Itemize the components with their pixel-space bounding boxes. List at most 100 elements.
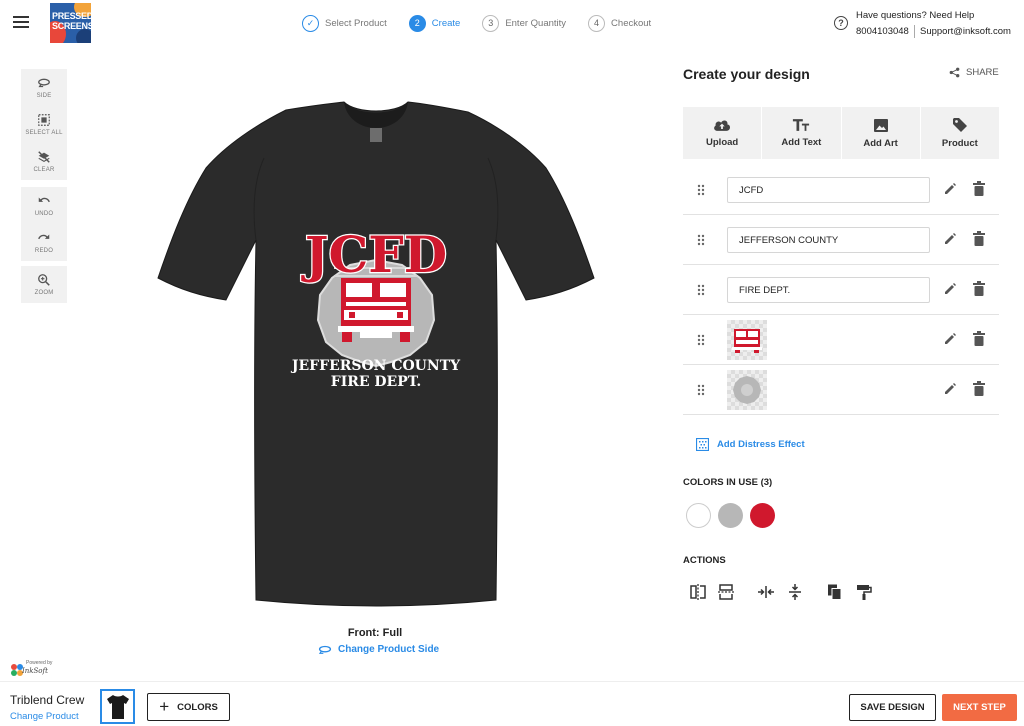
undo-icon <box>38 197 50 203</box>
pencil-edit-icon[interactable] <box>943 232 957 246</box>
step-select-product[interactable]: ✓ Select Product <box>302 14 387 32</box>
check-icon: ✓ <box>302 14 319 32</box>
step-enter-quantity[interactable]: 3 Enter Quantity <box>482 14 567 32</box>
select-all-icon <box>38 114 50 126</box>
colors-button[interactable]: + COLORS <box>147 693 230 721</box>
layer-row[interactable]: JEFFERSON COUNTY <box>683 215 999 265</box>
color-swatch-white[interactable] <box>686 503 711 528</box>
logo-text: PRESSED SCREENS <box>52 11 91 31</box>
add-text-button[interactable]: Add Text <box>762 107 842 159</box>
product-color-thumbnail[interactable] <box>100 689 135 724</box>
side-tool-button[interactable]: SIDE <box>21 69 67 106</box>
add-distress-effect-button[interactable]: Add Distress Effect <box>696 438 805 451</box>
side-label: Front: Full <box>347 627 403 639</box>
clear-tool-button[interactable]: CLEAR <box>21 143 67 180</box>
powered-brand-text: InkSoft <box>22 667 48 675</box>
duplicate-icon[interactable] <box>826 583 844 601</box>
store-logo[interactable]: PRESSED SCREENS <box>50 3 91 43</box>
tshirt-mockup: JCFD JEFFERSON COUNTY FIRE DEPT. <box>157 101 595 607</box>
hamburger-menu-icon[interactable] <box>13 16 29 28</box>
step-create[interactable]: 2 Create <box>408 14 461 32</box>
step-label: Enter Quantity <box>505 17 567 29</box>
flip-horizontal-icon[interactable] <box>689 583 707 601</box>
change-product-link[interactable]: Change Product <box>10 711 79 722</box>
powered-by-logo[interactable]: Powered by InkSoft <box>8 660 56 680</box>
actions-title: ACTIONS <box>683 555 726 566</box>
pencil-edit-icon[interactable] <box>943 182 957 196</box>
plus-icon: + <box>159 697 170 716</box>
color-swatch-gray[interactable] <box>718 503 743 528</box>
step-label: Create <box>431 17 461 29</box>
step-number: 2 <box>408 14 426 32</box>
help-question-text: Have questions? Need Help <box>856 10 975 21</box>
pencil-edit-icon[interactable] <box>943 382 957 396</box>
drag-handle-icon[interactable] <box>697 184 705 196</box>
drag-handle-icon[interactable] <box>697 334 705 346</box>
tool-label: SELECT ALL <box>25 130 63 136</box>
colors-in-use-title: COLORS IN USE (3) <box>683 477 773 488</box>
design-jcfd-text: JCFD <box>301 225 447 284</box>
product-label: Product <box>941 138 978 149</box>
layer-row[interactable] <box>683 365 999 415</box>
tag-icon <box>952 118 967 132</box>
fire-truck-art <box>338 278 414 342</box>
layer-thumbnail[interactable] <box>727 320 767 360</box>
add-art-button[interactable]: Add Art <box>842 107 921 159</box>
layer-row[interactable] <box>683 315 999 365</box>
color-swatch-red[interactable] <box>750 503 775 528</box>
save-design-button[interactable]: SAVE DESIGN <box>849 694 936 721</box>
panel-title: Create your design <box>683 66 810 82</box>
layer-row[interactable]: JCFD <box>683 165 999 215</box>
zoom-button[interactable]: ZOOM <box>21 266 67 303</box>
step-checkout[interactable]: 4 Checkout <box>588 14 652 32</box>
drag-handle-icon[interactable] <box>697 234 705 246</box>
trash-delete-icon[interactable] <box>973 231 985 246</box>
redo-button[interactable]: REDO <box>21 224 67 261</box>
layer-text-field[interactable]: FIRE DEPT. <box>727 277 930 303</box>
upload-button[interactable]: Upload <box>683 107 763 159</box>
distress-label: Add Distress Effect <box>717 439 805 450</box>
share-label: SHARE <box>966 67 999 78</box>
color-swatches <box>686 503 782 528</box>
history-tools: UNDO REDO <box>21 187 67 261</box>
layer-text-field[interactable]: JEFFERSON COUNTY <box>727 227 930 253</box>
powered-by-text: Powered by <box>26 660 53 666</box>
step-label: Checkout <box>611 17 652 29</box>
share-icon <box>949 67 960 78</box>
flip-vertical-icon[interactable] <box>717 583 735 601</box>
layer-row[interactable]: FIRE DEPT. <box>683 265 999 315</box>
clear-layers-icon <box>38 151 50 163</box>
drag-handle-icon[interactable] <box>697 284 705 296</box>
trash-delete-icon[interactable] <box>973 381 985 396</box>
trash-delete-icon[interactable] <box>973 331 985 346</box>
share-button[interactable]: SHARE <box>949 67 999 78</box>
pencil-edit-icon[interactable] <box>943 332 957 346</box>
redo-icon <box>38 234 50 240</box>
next-step-button[interactable]: NEXT STEP <box>942 694 1017 721</box>
zoom-in-icon <box>38 274 50 286</box>
add-text-label: Add Text <box>781 137 822 148</box>
top-bar: PRESSED SCREENS ✓ Select Product 2 Creat… <box>0 0 1024 46</box>
step-number: 3 <box>482 14 500 32</box>
paint-roller-icon[interactable] <box>855 583 873 601</box>
change-product-side-link[interactable]: Change Product Side <box>318 644 439 655</box>
pencil-edit-icon[interactable] <box>943 282 957 296</box>
layer-thumbnail[interactable] <box>727 370 767 410</box>
product-button[interactable]: Product <box>921 107 999 159</box>
undo-button[interactable]: UNDO <box>21 187 67 224</box>
drag-handle-icon[interactable] <box>697 384 705 396</box>
help-question-icon[interactable]: ? <box>834 16 848 30</box>
step-label: Select Product <box>325 17 387 29</box>
design-canvas[interactable]: JCFD JEFFERSON COUNTY FIRE DEPT. <box>156 100 596 610</box>
help-email[interactable]: Support@inksoft.com <box>920 26 1011 37</box>
layer-text-field[interactable]: JCFD <box>727 177 930 203</box>
select-all-tool-button[interactable]: SELECT ALL <box>21 106 67 143</box>
trash-delete-icon[interactable] <box>973 181 985 196</box>
center-horizontal-icon[interactable] <box>757 583 775 601</box>
center-vertical-icon[interactable] <box>786 583 804 601</box>
badge-shield-art-icon <box>733 376 761 404</box>
trash-delete-icon[interactable] <box>973 281 985 296</box>
image-icon <box>873 118 888 132</box>
view-tools: SIDE SELECT ALL CLEAR <box>21 69 67 180</box>
help-phone[interactable]: 8004103048 <box>856 26 909 37</box>
